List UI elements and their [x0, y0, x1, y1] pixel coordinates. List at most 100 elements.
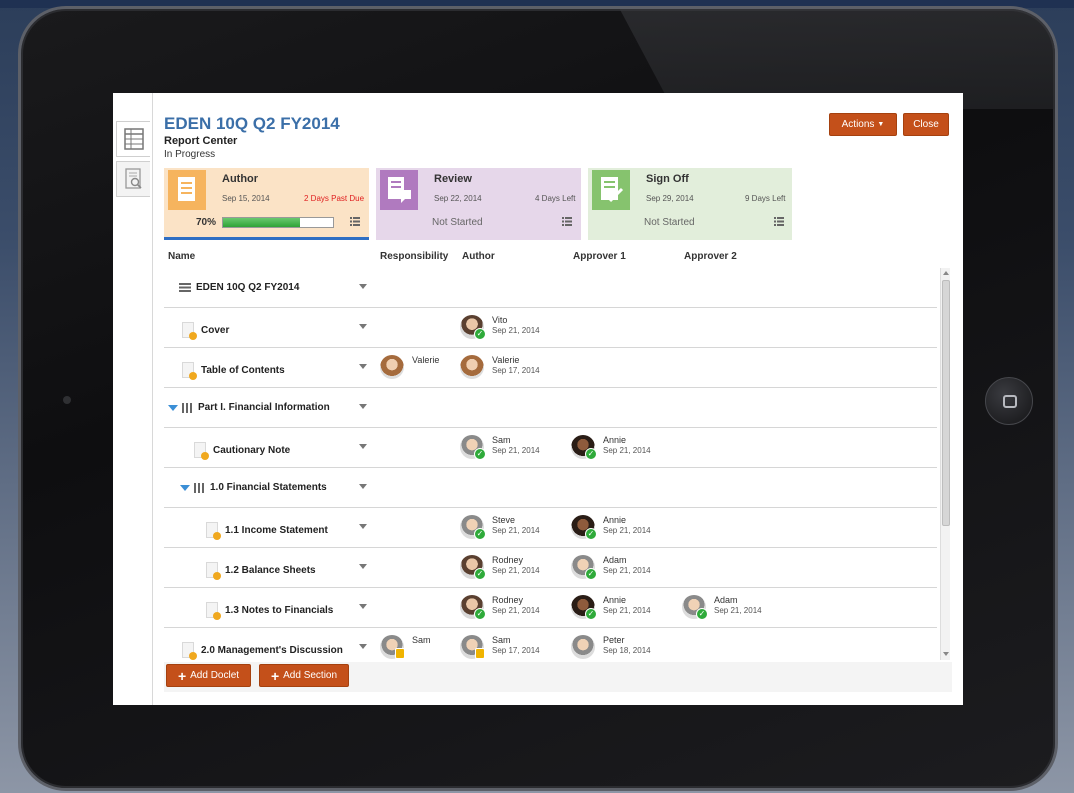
stage-remaining: 4 Days Left	[535, 194, 576, 203]
add-section-button[interactable]: + Add Section	[259, 664, 349, 687]
column-header-approver1[interactable]: Approver 1	[573, 251, 626, 262]
doclet-icon	[206, 522, 221, 540]
row-label: EDEN 10Q Q2 FY2014	[196, 282, 300, 293]
list-icon[interactable]	[774, 217, 784, 226]
close-button[interactable]: Close	[903, 113, 949, 136]
row-label: Cautionary Note	[213, 444, 291, 456]
stage-signoff[interactable]: Sign Off Sep 29, 2014 9 Days Left Not St…	[588, 168, 792, 240]
person-date: Sep 21, 2014	[603, 606, 651, 615]
table-header: Name Responsibility Author Approver 1 Ap…	[164, 248, 939, 266]
row-label: Cover	[201, 324, 230, 336]
person-name: Annie	[603, 435, 627, 445]
stage-remaining: 9 Days Left	[745, 194, 786, 203]
row-menu-chevron-icon[interactable]	[359, 444, 367, 449]
person-name: Rodney	[492, 555, 524, 565]
table-view-tab[interactable]	[116, 121, 150, 157]
stage-state: Not Started	[644, 217, 695, 228]
check-icon: ✓	[474, 568, 486, 580]
doclet-icon	[182, 362, 197, 380]
person-date: Sep 17, 2014	[492, 366, 540, 375]
row-menu-chevron-icon[interactable]	[359, 564, 367, 569]
report-icon	[179, 283, 191, 292]
table-row[interactable]: Cover ✓ Vito Sep 21, 2014	[164, 308, 937, 348]
scroll-up-icon[interactable]	[943, 271, 949, 275]
expand-triangle-icon[interactable]	[168, 404, 178, 411]
doc-search-icon	[124, 168, 142, 189]
check-icon: ✓	[474, 448, 486, 460]
person-name: Annie	[603, 595, 627, 605]
column-header-responsibility[interactable]: Responsibility	[380, 251, 448, 262]
table-row[interactable]: 2.0 Management's Discussion Sam Sam Sep …	[164, 628, 937, 660]
plus-icon: +	[270, 667, 280, 684]
left-rail	[113, 93, 153, 705]
row-menu-chevron-icon[interactable]	[359, 364, 367, 369]
progress-fill	[223, 218, 300, 227]
person-date: Sep 21, 2014	[603, 526, 651, 535]
row-menu-chevron-icon[interactable]	[359, 604, 367, 609]
person-date: Sep 21, 2014	[492, 606, 540, 615]
row-menu-chevron-icon[interactable]	[359, 484, 367, 489]
signoff-doc-icon	[592, 170, 630, 210]
row-menu-chevron-icon[interactable]	[359, 644, 367, 649]
author-doc-icon	[168, 170, 206, 210]
row-menu-chevron-icon[interactable]	[359, 404, 367, 409]
report-status: In Progress	[164, 149, 216, 160]
add-doclet-button[interactable]: + Add Doclet	[166, 664, 251, 687]
expand-triangle-icon[interactable]	[180, 484, 190, 491]
person-date: Sep 21, 2014	[492, 526, 540, 535]
actions-button[interactable]: Actions ▼	[829, 113, 897, 136]
page-subtitle: Report Center	[164, 135, 238, 147]
column-header-approver2[interactable]: Approver 2	[684, 251, 737, 262]
section-icon	[182, 402, 193, 413]
person-name: Adam	[714, 595, 738, 605]
stage-state: Not Started	[432, 217, 483, 228]
row-menu-chevron-icon[interactable]	[359, 284, 367, 289]
table-row[interactable]: 1.0 Financial Statements	[164, 468, 937, 508]
scrollbar-thumb[interactable]	[942, 280, 950, 526]
row-menu-chevron-icon[interactable]	[359, 324, 367, 329]
avatar	[571, 635, 595, 659]
row-label: 1.2 Balance Sheets	[225, 564, 316, 576]
section-icon	[194, 482, 205, 493]
check-icon: ✓	[585, 528, 597, 540]
status-bar	[113, 93, 963, 103]
document-preview-tab[interactable]	[116, 161, 150, 197]
person-date: Sep 21, 2014	[492, 326, 540, 335]
list-icon[interactable]	[562, 217, 572, 226]
table-row[interactable]: 1.1 Income Statement ✓ Steve Sep 21, 201…	[164, 508, 937, 548]
column-header-author[interactable]: Author	[462, 251, 495, 262]
person-name: Sam	[492, 435, 511, 445]
doclet-icon	[182, 322, 197, 340]
table-scrollbar[interactable]	[940, 268, 950, 660]
progress-percent: 70%	[196, 217, 217, 228]
check-icon: ✓	[474, 608, 486, 620]
table-row[interactable]: 1.3 Notes to Financials ✓ Rodney Sep 21,…	[164, 588, 937, 628]
chevron-down-icon: ▼	[877, 121, 885, 128]
list-icon[interactable]	[350, 217, 360, 226]
scroll-down-icon[interactable]	[943, 652, 949, 656]
row-name: EDEN 10Q Q2 FY2014	[179, 282, 299, 293]
person-name: Peter	[603, 635, 625, 645]
actions-label: Actions	[841, 119, 875, 130]
row-menu-chevron-icon[interactable]	[359, 524, 367, 529]
person-date: Sep 17, 2014	[492, 646, 540, 655]
camera	[63, 396, 71, 404]
avatar	[380, 355, 404, 379]
home-button[interactable]	[985, 377, 1033, 425]
person-date: Sep 21, 2014	[492, 446, 540, 455]
stage-name: Author	[222, 173, 259, 185]
active-stage-underline	[164, 237, 369, 240]
table-row[interactable]: EDEN 10Q Q2 FY2014	[164, 268, 937, 308]
stage-review[interactable]: Review Sep 22, 2014 4 Days Left Not Star…	[376, 168, 581, 240]
doclet-table: EDEN 10Q Q2 FY2014 Cover ✓ Vito Sep 21, …	[164, 268, 937, 660]
column-header-name[interactable]: Name	[168, 251, 195, 262]
person-date: Sep 21, 2014	[714, 606, 762, 615]
table-row[interactable]: 1.2 Balance Sheets ✓ Rodney Sep 21, 2014…	[164, 548, 937, 588]
row-label: Part I. Financial Information	[198, 402, 330, 413]
person-name: Vito	[492, 315, 508, 325]
stage-author[interactable]: Author Sep 15, 2014 2 Days Past Due 70%	[164, 168, 369, 240]
table-row[interactable]: Cautionary Note ✓ Sam Sep 21, 2014 ✓ Ann…	[164, 428, 937, 468]
table-row[interactable]: Part I. Financial Information	[164, 388, 937, 428]
person-name: Adam	[603, 555, 627, 565]
table-row[interactable]: Table of Contents Valerie Valerie Sep 17…	[164, 348, 937, 388]
